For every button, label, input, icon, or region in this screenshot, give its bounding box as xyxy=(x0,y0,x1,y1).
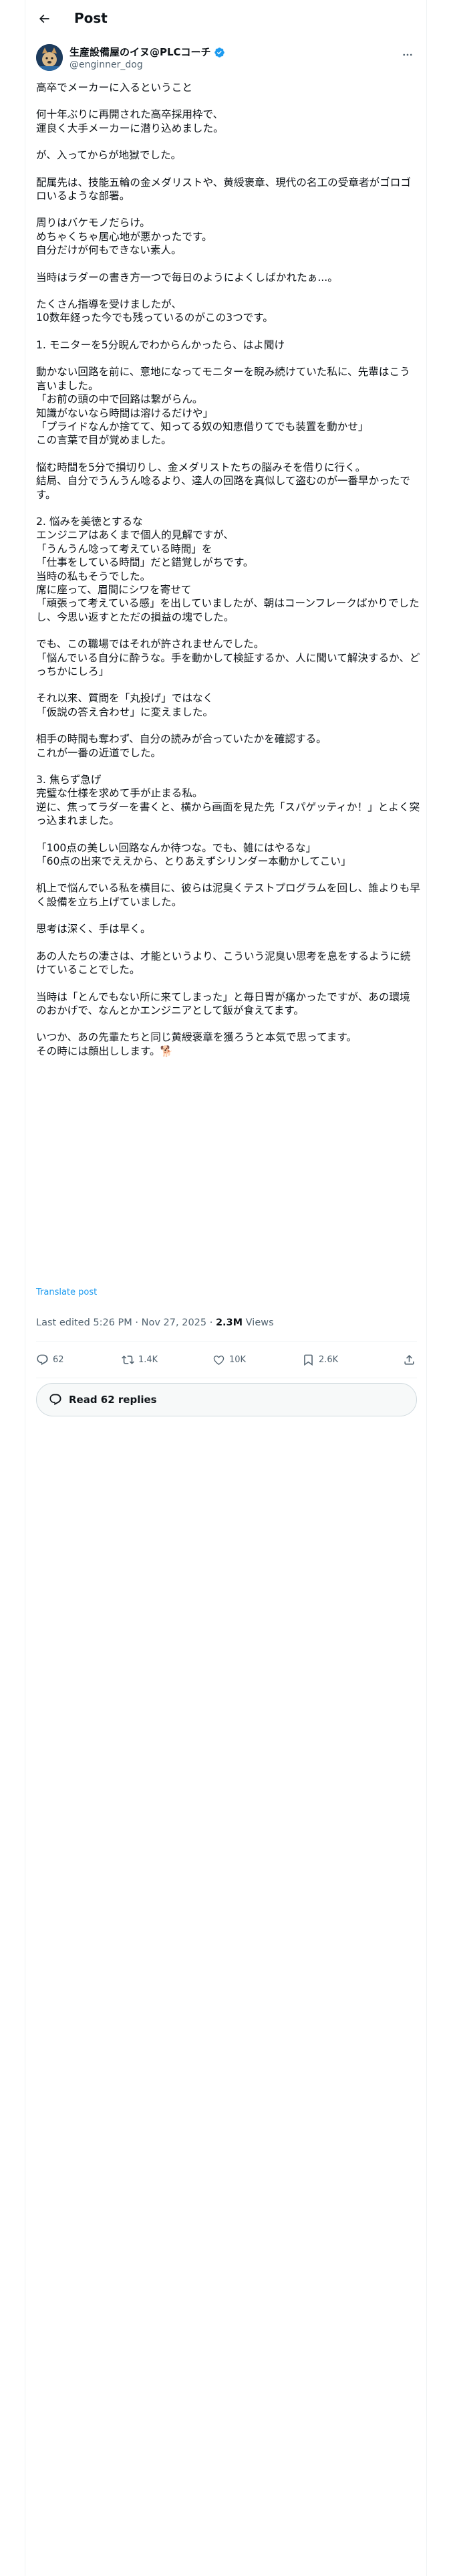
post-paragraph: 高卒でメーカーに入るということ xyxy=(36,82,192,94)
post-column: Post 生産設備屋のイヌ@PLCコーチ @enginner_dog 高卒でメー… xyxy=(25,0,427,2576)
post-text: 高卒でメーカーに入るということ何十年ぶりに再開された高卒採用枠で、 運良く大手メ… xyxy=(36,81,420,1071)
more-options-button[interactable] xyxy=(398,47,417,63)
post-paragraph: 2. 悩みを美徳とするな エンジニアはあくまで個人的見解ですが、 「うんうん唸っ… xyxy=(36,515,420,623)
name-line: 生産設備屋のイヌ@PLCコーチ xyxy=(69,45,225,59)
share-icon xyxy=(404,1355,414,1365)
read-replies-button[interactable]: Read 62 replies xyxy=(36,1383,417,1416)
verified-badge-icon xyxy=(214,47,224,58)
post-paragraph: 思考は深く、手は早く。 xyxy=(36,923,151,936)
edited-timestamp[interactable]: Last edited 5:26 PM · Nov 27, 2025 · xyxy=(36,1317,216,1328)
post-paragraph: が、入ってからが地獄でした。 xyxy=(36,149,182,162)
post-paragraph: でも、この職場ではそれが許されませんでした。 「悩んでいる自分に酔うな。手を動か… xyxy=(36,638,420,677)
avatar[interactable] xyxy=(36,44,63,71)
share-button[interactable] xyxy=(403,1354,420,1366)
action-bar: 62 1.4K 10K 2.6K xyxy=(36,1346,417,1378)
display-name[interactable]: 生産設備屋のイヌ@PLCコーチ xyxy=(69,45,211,59)
post-paragraph: 3. 焦らず急げ 完璧な仕様を求めて手が止まる私。 逆に、焦ってラダーを書くと、… xyxy=(36,774,420,827)
repost-count: 1.4K xyxy=(138,1355,158,1365)
post-paragraph: あの人たちの凄さは、才能というより、こういう泥臭い思考を息をするように続けている… xyxy=(36,950,411,976)
bookmark-button[interactable]: 2.6K xyxy=(302,1354,338,1366)
like-button[interactable]: 10K xyxy=(212,1354,246,1366)
arrow-left-icon xyxy=(39,14,49,23)
repost-icon xyxy=(122,1356,134,1364)
reply-icon xyxy=(37,1354,48,1366)
post-paragraph: 周りはバケモノだらけ。 めちゃくちゃ居心地が悪かったです。 自分だけが何もできな… xyxy=(36,217,212,257)
post-paragraph: 「100点の美しい回路なんか待つな。でも、雑にはやるな」 「60点の出来でええか… xyxy=(36,841,351,868)
post-paragraph: それ以来、質問を「丸投げ」ではなく 「仮説の答え合わせ」に変えました。 xyxy=(36,692,214,718)
post-paragraph: 悩む時間を5分で損切りし、金メダリストたちの脳みそを借りに行く。 結局、自分でう… xyxy=(36,461,410,501)
dog-avatar-icon xyxy=(36,44,63,71)
post-paragraph: 配属先は、技能五輪の金メダリストや、黄綬褒章、現代の名工の受章者がゴロゴロいるよ… xyxy=(36,176,411,203)
back-button[interactable] xyxy=(35,9,53,28)
post-paragraph: たくさん指導を受けましたが、 10数年経った今でも残っているのがこの3つです。 xyxy=(36,298,273,324)
page-title: Post xyxy=(74,10,108,26)
more-dots-icon xyxy=(403,53,412,56)
post-meta: Last edited 5:26 PM · Nov 27, 2025 · 2.3… xyxy=(36,1316,274,1329)
views-label: Views xyxy=(243,1317,274,1328)
reply-count: 62 xyxy=(53,1355,64,1365)
views-count: 2.3M xyxy=(215,1317,243,1328)
translate-post-link[interactable]: Translate post xyxy=(36,1287,97,1297)
post-paragraph: 当時はラダーの書き方一つで毎日のようによくしばかれたぁ...。 xyxy=(36,271,338,284)
bookmark-icon xyxy=(304,1354,313,1366)
post-paragraph: 1. モニターを5分睨んでわからんかったら、はよ聞け xyxy=(36,338,285,351)
post-paragraph: 当時は「とんでもない所に来てしまった」と毎日胃が痛かったですが、あの環境のおかげ… xyxy=(36,990,410,1016)
read-replies-label: Read 62 replies xyxy=(69,1394,157,1406)
post-paragraph: 机上で悩んでいる私を横目に、彼らは泥臭くテストプログラムを回し、誰よりも早く設備… xyxy=(36,882,420,908)
author-handle[interactable]: @enginner_dog xyxy=(69,59,143,71)
post-paragraph: いつか、あの先輩たちと同じ黄綬褒章を獲ろうと本気で思ってます。 その時には顔出し… xyxy=(36,1031,357,1057)
post-paragraph: 相手の時間も奪わず、自分の読みが合っていたかを確認する。 これが一番の近道でした… xyxy=(36,733,327,759)
bookmark-count: 2.6K xyxy=(319,1355,339,1365)
heart-icon xyxy=(213,1356,224,1366)
post-author: 生産設備屋のイヌ@PLCコーチ @enginner_dog xyxy=(36,44,417,74)
top-bar: Post xyxy=(25,0,426,37)
reply-bubble-icon xyxy=(49,1394,61,1406)
reply-button[interactable]: 62 xyxy=(36,1354,64,1366)
like-count: 10K xyxy=(229,1355,247,1365)
post-paragraph: 動かない回路を前に、意地になってモニターを睨み続けていた私に、先輩はこう言いまし… xyxy=(36,366,410,447)
repost-button[interactable]: 1.4K xyxy=(122,1354,158,1366)
post-paragraph: 何十年ぶりに再開された高卒採用枠で、 運良く大手メーカーに潜り込めました。 xyxy=(36,108,224,134)
